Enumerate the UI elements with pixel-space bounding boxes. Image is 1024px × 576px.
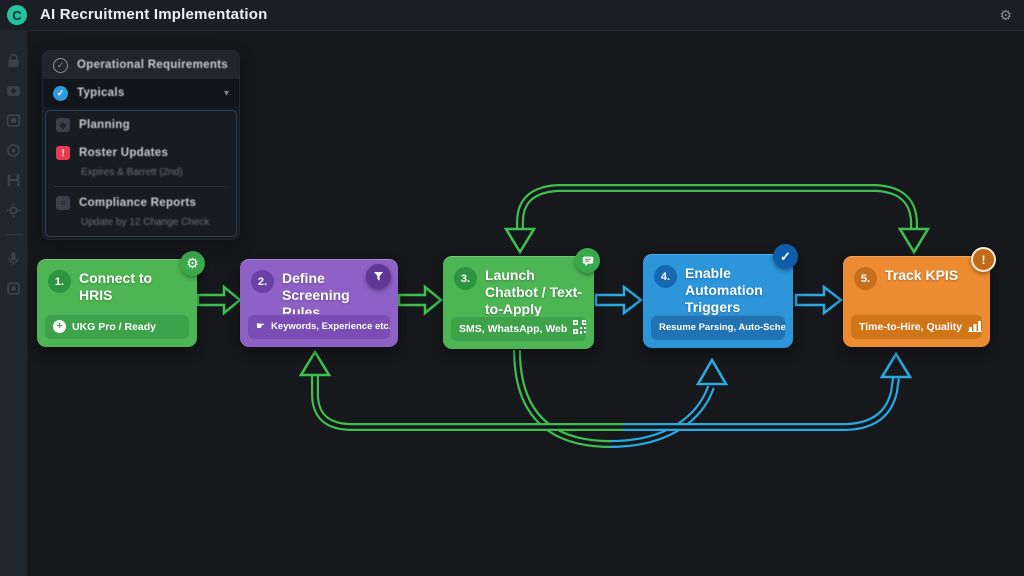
panel-row-label: Typicals <box>77 87 125 99</box>
panel-row-subline: Expires & Barrett (2nd) <box>46 167 236 184</box>
target-icon[interactable] <box>5 142 22 159</box>
alert-icon: ! <box>971 247 996 272</box>
panel-divider <box>54 186 228 187</box>
camera-icon[interactable] <box>5 82 22 99</box>
check-circle-icon: ✓ <box>53 86 68 101</box>
panel-row-label: Planning <box>79 119 130 131</box>
connector-arrow-3-4 <box>596 287 641 313</box>
panel-row-planning[interactable]: ◈ Planning <box>46 111 236 139</box>
check-icon: ✓ <box>773 244 798 269</box>
loop-arrow-step3-step4 <box>517 350 726 444</box>
step-detail-pill: Resume Parsing, Auto-Schedule <box>651 315 785 340</box>
step-detail: SMS, WhatsApp, Web <box>459 323 567 335</box>
sidebar-divider <box>5 234 23 235</box>
step-enable-automation-triggers[interactable]: ✓ 4. Enable Automation Triggers Resume P… <box>643 254 793 348</box>
step-detail: UKG Pro / Ready <box>72 321 156 333</box>
step-detail-pill: ☛ Keywords, Experience etc. <box>248 314 390 339</box>
sidebar <box>0 30 28 576</box>
step-title: Connect to HRIS <box>79 270 187 304</box>
bar-chart-icon <box>968 319 982 335</box>
step-number-badge: 4. <box>654 265 677 288</box>
page-title: AI Recruitment Implementation <box>40 0 268 30</box>
step-detail-pill: Time-to-Hire, Quality <box>851 314 982 339</box>
save-icon[interactable] <box>5 172 22 189</box>
panel-row-label: Operational Requirements <box>77 59 228 71</box>
plus-circle-icon: + <box>53 320 66 333</box>
feedback-arrow-bottom <box>301 352 910 427</box>
lock-icon[interactable] <box>5 52 22 69</box>
step-launch-chatbot[interactable]: 3. Launch Chatbot / Text-to-Apply SMS, W… <box>443 256 594 349</box>
chevron-down-icon[interactable]: ▾ <box>224 88 229 99</box>
titlebar: C AI Recruitment Implementation ⚙ <box>0 0 1024 31</box>
filter-icon[interactable] <box>366 264 391 289</box>
step-connect-to-hris[interactable]: ⚙ 1. Connect to HRIS + UKG Pro / Ready <box>37 259 197 347</box>
stop-icon[interactable] <box>5 280 22 297</box>
step-title: Launch Chatbot / Text-to-Apply <box>485 267 584 317</box>
shield-square-icon: ◈ <box>56 118 70 132</box>
step-define-screening-rules[interactable]: 2. Define Screening Rules ☛ Keywords, Ex… <box>240 259 398 347</box>
document-icon: ≡ <box>56 196 70 210</box>
step-detail: Resume Parsing, Auto-Schedule <box>659 322 785 333</box>
pointer-icon: ☛ <box>256 321 265 332</box>
step-title: Enable Automation Triggers <box>685 265 783 315</box>
step-title: Track KPIS <box>885 267 958 284</box>
status-circle-icon: ✓ <box>53 58 68 73</box>
image-icon[interactable] <box>5 112 22 129</box>
app-logo: C <box>7 5 27 25</box>
panel-subsection: ◈ Planning ! Roster Updates Expires & Ba… <box>45 110 237 237</box>
alert-square-icon: ! <box>56 146 70 160</box>
panel-row-typicals[interactable]: ✓ Typicals ▾ <box>43 79 239 107</box>
panel-row-roster-updates[interactable]: ! Roster Updates <box>46 139 236 167</box>
step-number-badge: 1. <box>48 270 71 293</box>
step-number-badge: 5. <box>854 267 877 290</box>
step-number-badge: 2. <box>251 270 274 293</box>
step-detail-pill: SMS, WhatsApp, Web <box>451 316 586 341</box>
step-detail: Keywords, Experience etc. <box>271 321 390 332</box>
step-detail: Time-to-Hire, Quality <box>859 321 962 333</box>
gear-icon[interactable] <box>5 202 22 219</box>
panel-row-label: Roster Updates <box>79 147 168 159</box>
connector-arrow-4-5 <box>796 287 841 313</box>
step-number-badge: 3. <box>454 267 477 290</box>
qr-code-icon <box>573 320 586 337</box>
connector-arrow-2-3 <box>399 287 441 313</box>
feedback-arrow-top <box>506 188 928 252</box>
settings-icon[interactable]: ⚙ <box>999 0 1012 30</box>
chat-icon <box>575 248 600 273</box>
step-track-kpis[interactable]: ! 5. Track KPIS Time-to-Hire, Quality <box>843 256 990 347</box>
app-window: C AI Recruitment Implementation ⚙ ✓ Oper… <box>0 0 1024 576</box>
mic-icon[interactable] <box>5 250 22 267</box>
connector-arrow-1-2 <box>198 287 240 313</box>
panel-row-compliance-reports[interactable]: ≡ Compliance Reports <box>46 189 236 217</box>
panel-row-operational-requirements[interactable]: ✓ Operational Requirements <box>43 51 239 79</box>
layers-panel: ✓ Operational Requirements ✓ Typicals ▾ … <box>42 50 240 240</box>
panel-row-subline: Update by 12 Change Check <box>46 217 236 234</box>
step-detail-pill: + UKG Pro / Ready <box>45 314 189 339</box>
gear-icon[interactable]: ⚙ <box>180 251 205 276</box>
panel-row-label: Compliance Reports <box>79 197 196 209</box>
